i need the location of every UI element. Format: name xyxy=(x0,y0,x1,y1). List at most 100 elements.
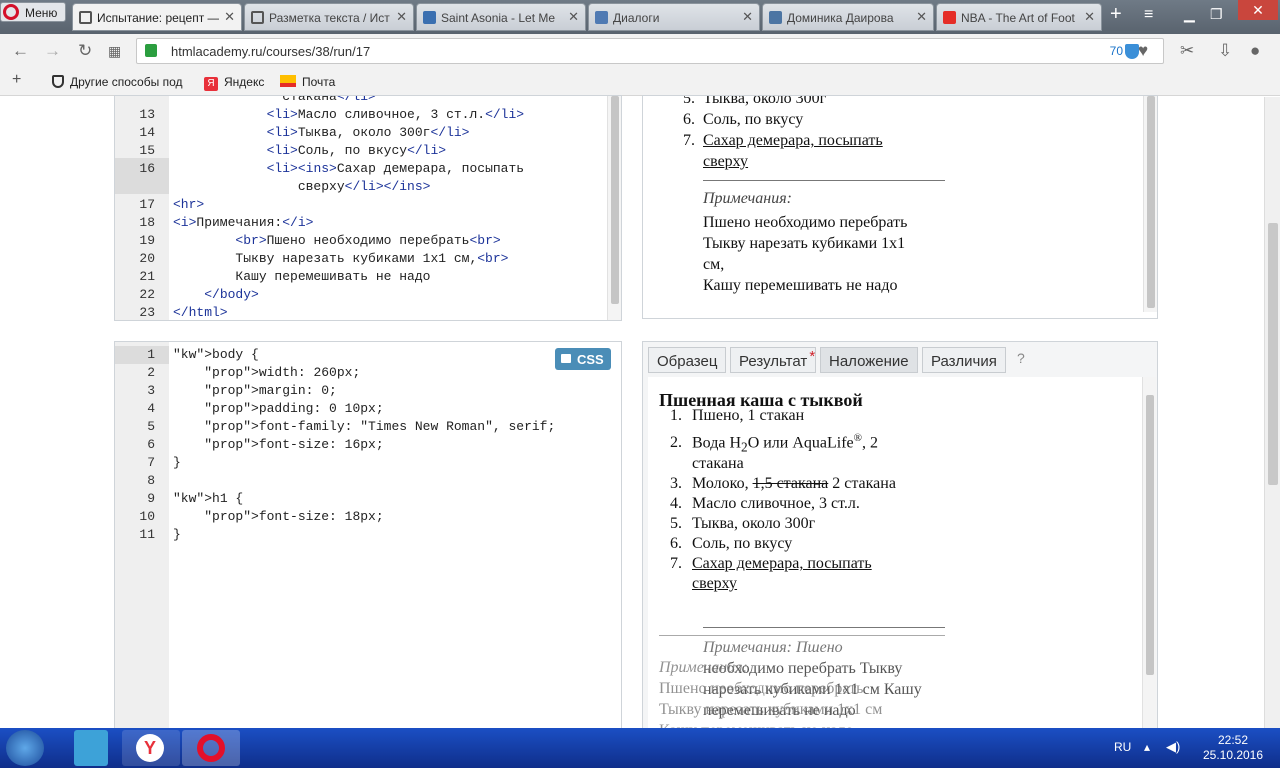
scrollbar-thumb[interactable] xyxy=(611,96,619,304)
clock[interactable]: 22:52 25.10.2016 xyxy=(1200,733,1266,763)
close-tab-icon[interactable]: ✕ xyxy=(742,9,753,25)
list-item-text: сверху xyxy=(692,575,738,592)
help-icon[interactable]: ? xyxy=(1017,350,1025,366)
line-number: 17 xyxy=(139,197,155,212)
code-line: "prop">font-size: 18px; xyxy=(204,509,384,524)
restore-icon[interactable]: ❐ xyxy=(1210,6,1223,23)
snapshot-icon[interactable]: ✂ xyxy=(1180,41,1194,61)
list-item-text: Вода H xyxy=(692,434,742,452)
code-line: <li>Масло сливочное, 3 ст.л.</li> xyxy=(266,107,525,122)
html-editor[interactable]: стакана</li> 13 <li>Масло сливочное, 3 ст… xyxy=(114,95,622,321)
screen: Меню Испытание: рецепт — ✕ Разметка текс… xyxy=(0,0,1280,768)
horizontal-rule xyxy=(703,180,945,181)
add-bookmark-plus-icon[interactable]: + xyxy=(12,71,21,89)
close-tab-icon[interactable]: ✕ xyxy=(224,9,235,25)
tab-recipe-challenge[interactable]: Испытание: рецепт — ✕ xyxy=(72,3,242,31)
adblock-shield-icon[interactable] xyxy=(1125,44,1139,59)
clock-date: 25.10.2016 xyxy=(1202,748,1264,762)
line-number: 2 xyxy=(147,365,155,380)
line-number: 6 xyxy=(147,437,155,452)
shield-icon xyxy=(52,75,64,88)
code-line: Тыкву нарезать кубиками 1х1 см,<br> xyxy=(173,251,509,266)
line-number: 9 xyxy=(147,491,155,506)
youtube-icon xyxy=(943,11,956,24)
close-tab-icon[interactable]: ✕ xyxy=(1084,9,1095,25)
back-arrow-icon[interactable]: ← xyxy=(12,41,29,61)
heart-bookmark-icon[interactable]: ♥ xyxy=(1138,41,1148,61)
tab-dialogs[interactable]: Диалоги ✕ xyxy=(588,3,760,31)
list-item: 7. Сахар демерара, посыпать xyxy=(670,555,872,573)
tab-result[interactable]: Результат * xyxy=(730,347,817,373)
reload-icon[interactable]: ↻ xyxy=(78,41,92,61)
note-line: Пшено необходимо перебрать xyxy=(703,214,908,231)
list-item-number: 2. xyxy=(670,434,682,452)
opera-menu-button[interactable]: Меню xyxy=(0,2,66,22)
close-tab-icon[interactable]: ✕ xyxy=(396,9,407,25)
list-item-number: 6. xyxy=(683,111,695,128)
tab-overlay[interactable]: Наложение xyxy=(820,347,918,373)
close-tab-icon[interactable]: ✕ xyxy=(568,9,579,25)
tab-saint-asonia[interactable]: Saint Asonia - Let Me ✕ xyxy=(416,3,586,31)
list-item-text: Масло сливочное, 3 ст.л. xyxy=(692,495,860,512)
yandex-browser-taskbar-button[interactable]: Y xyxy=(122,730,180,766)
tab-diff[interactable]: Различия xyxy=(922,347,1006,373)
bookmark-yandex[interactable]: Я Яндекс xyxy=(204,75,264,91)
list-item-number: 7. xyxy=(683,132,695,149)
code-line: } xyxy=(173,455,181,470)
notes-line: Тыкву нарезать кубиками 1х1 см xyxy=(659,701,883,718)
notes-line: Пшено необходимо перебрать xyxy=(659,680,864,697)
tab-vk-profile[interactable]: Доминика Даирова ✕ xyxy=(762,3,934,31)
list-item-number: 3. xyxy=(670,475,682,492)
new-tab-plus-icon[interactable]: + xyxy=(1110,3,1122,26)
notes-line: Примечания: Пшено xyxy=(703,639,843,656)
tray-arrow-icon[interactable]: ▴ xyxy=(1144,740,1150,754)
language-indicator[interactable]: RU xyxy=(1114,740,1131,754)
tab-text-markup[interactable]: Разметка текста / Ист ✕ xyxy=(244,3,414,31)
line-number: 20 xyxy=(139,251,155,266)
unsaved-star: * xyxy=(809,348,816,365)
css-editor[interactable]: 1 "kw">body {2 "prop">width: 260px; 3 "pro… xyxy=(114,341,622,731)
downloads-icon[interactable]: ⇩ xyxy=(1218,41,1232,61)
yandex-icon: Y xyxy=(136,734,164,762)
close-tab-icon[interactable]: ✕ xyxy=(916,9,927,25)
volume-icon[interactable]: ◀) xyxy=(1166,739,1180,755)
tab-nba-video[interactable]: NBA - The Art of Foot ✕ xyxy=(936,3,1102,31)
music-app-icon[interactable] xyxy=(74,730,108,766)
speed-dial-grid-icon[interactable]: ▦ xyxy=(108,43,121,60)
superscript: ® xyxy=(853,432,863,444)
result-scrollbar[interactable] xyxy=(1142,377,1156,730)
menu-label: Меню xyxy=(25,6,58,20)
list-item: Соль, по вкусу xyxy=(703,111,804,128)
htmlacademy-icon xyxy=(79,11,92,24)
list-item: стакана xyxy=(670,455,744,473)
bookmark-mail[interactable]: Почта xyxy=(280,75,335,89)
pause-icon xyxy=(423,11,436,24)
account-icon[interactable]: ● xyxy=(1250,41,1260,61)
start-button-icon[interactable] xyxy=(6,730,44,766)
tab-menu-icon[interactable]: ≡ xyxy=(1144,6,1153,24)
line-number: 11 xyxy=(139,527,155,542)
opera-taskbar-button[interactable] xyxy=(182,730,240,766)
windows-taskbar: Y RU ▴ ◀) 22:52 25.10.2016 xyxy=(0,728,1280,768)
code-line: <li><ins>Сахар демерара, посыпать xyxy=(266,161,525,176)
line-number: 8 xyxy=(147,473,155,488)
bookmark-other-ways[interactable]: Другие способы под xyxy=(52,75,182,89)
scrollbar-thumb[interactable] xyxy=(1147,96,1155,308)
page-scrollbar-thumb[interactable] xyxy=(1268,223,1278,485)
close-window-icon[interactable]: ✕ xyxy=(1238,0,1278,20)
forward-arrow-icon[interactable]: → xyxy=(44,41,61,61)
html-editor-scrollbar[interactable] xyxy=(607,96,621,320)
minimize-icon[interactable]: ▁ xyxy=(1184,6,1195,23)
list-item-text: 2 стакана xyxy=(828,475,896,492)
list-item: 3. Молоко, 1,5 стакана 2 стакана xyxy=(670,475,896,493)
result-panel: Образец Результат * Наложение Различия ? … xyxy=(642,341,1158,731)
note-line: Тыкву нарезать кубиками 1х1 xyxy=(703,235,906,252)
tab-sample[interactable]: Образец xyxy=(648,347,727,373)
address-bar[interactable]: htmlacademy.ru/courses/38/run/17 70 xyxy=(136,38,1164,64)
preview-top-scrollbar[interactable] xyxy=(1143,96,1157,312)
code-line: <hr> xyxy=(173,197,205,212)
page-scrollbar[interactable] xyxy=(1264,97,1280,728)
scrollbar-thumb[interactable] xyxy=(1146,395,1154,675)
tab-title: Диалоги xyxy=(613,11,660,25)
code-line: } xyxy=(173,527,181,542)
